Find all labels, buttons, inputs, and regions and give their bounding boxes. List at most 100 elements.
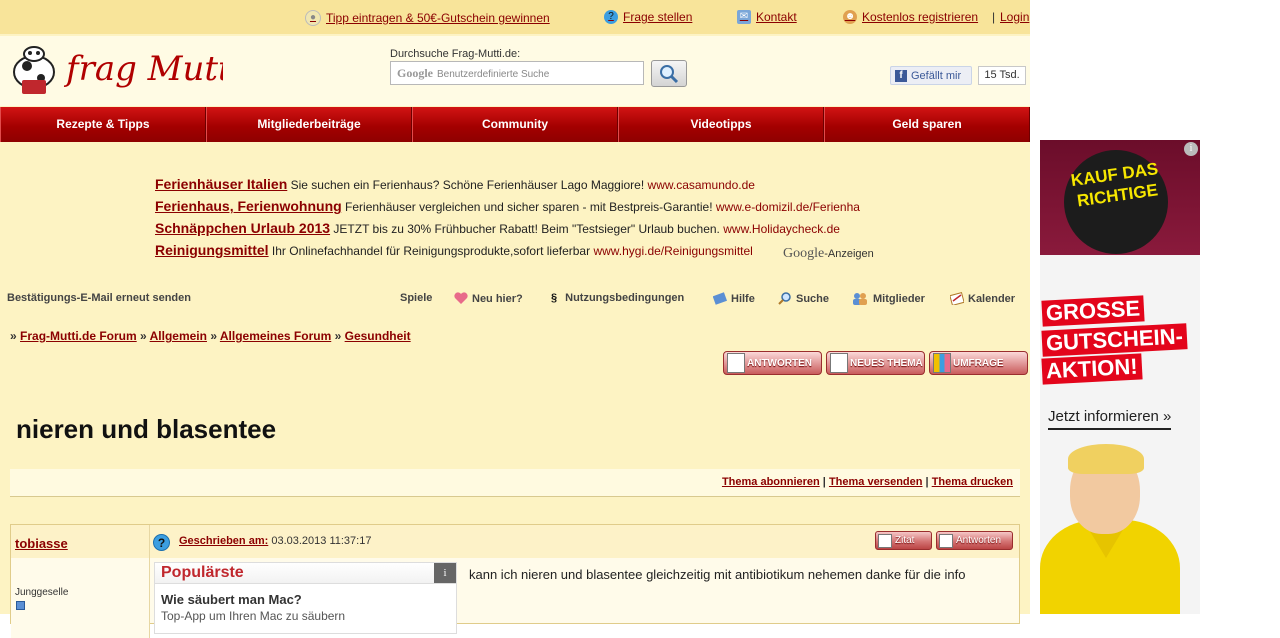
ad-title[interactable]: Schnäppchen Urlaub 2013 [155, 220, 330, 236]
google-ads-brand: Google [783, 246, 825, 261]
ad-url[interactable]: www.Holidaycheck.de [723, 222, 840, 236]
poll-button[interactable]: UMFRAGE [929, 351, 1028, 375]
svg-text:frag Mutti: frag Mutti [63, 49, 223, 89]
ad-title[interactable]: Ferienhaus, Ferienwohnung [155, 198, 342, 214]
search-input[interactable]: Google Benutzerdefinierte Suche [390, 61, 644, 85]
topbar-separator: | [992, 10, 996, 24]
ask-question-link[interactable]: ? Frage stellen [604, 10, 692, 24]
header: frag Mutti Durchsuche Frag-Mutti.de: Goo… [0, 36, 1030, 106]
magnifier-icon [660, 64, 679, 83]
new-topic-doc-icon [830, 353, 848, 373]
post-reply-label: Antworten [956, 535, 1002, 546]
terms-link[interactable]: § Nutzungsbedingungen [551, 292, 684, 304]
ad-info-icon[interactable]: i [1184, 142, 1198, 156]
register-link[interactable]: ☻ Kostenlos registrieren [843, 10, 978, 24]
facebook-like-button[interactable]: f Gefällt mir [890, 66, 972, 85]
thread-options-bar: Thema abonnieren | Thema versenden | The… [10, 469, 1020, 497]
ask-question-label: Frage stellen [623, 10, 693, 24]
terms-label: Nutzungsbedingungen [565, 292, 685, 304]
google-brand: Google [397, 66, 433, 80]
text-ads: Ferienhäuser Italien Sie suchen ein Feri… [155, 174, 880, 262]
sidead-line-1: GROSSE [1041, 295, 1145, 327]
contact-link[interactable]: ✉ Kontakt [737, 10, 797, 24]
login-link[interactable]: Login [1000, 10, 1029, 24]
search-label-link: Suche [796, 292, 830, 305]
facebook-like-count: 15 Tsd. [978, 66, 1026, 85]
new-here-link[interactable]: Neu hier? [454, 292, 523, 305]
ad-text: Ihr Onlinefachhandel für Reinigungsprodu… [271, 244, 591, 258]
forum-toolbar: Bestätigungs-E-Mail erneut senden Spiele… [0, 292, 1030, 308]
popular-snippet: Top-App um Ihren Mac zu säubern [161, 609, 346, 623]
rank-icon [16, 601, 25, 610]
quote-button[interactable]: Zitat [875, 531, 932, 550]
sidead-line-3: AKTION! [1041, 353, 1143, 385]
post-author[interactable]: tobiasse [15, 536, 68, 551]
forum-post: tobiasse ? Geschrieben am: 03.03.2013 11… [10, 524, 1020, 638]
popular-ad-box[interactable]: Populärste i Wie säubert man Mac? Top-Ap… [154, 562, 457, 634]
info-icon[interactable]: i [434, 563, 456, 583]
text-ad[interactable]: Reinigungsmittel Ihr Onlinefachhandel fü… [155, 240, 880, 262]
side-banner-ad[interactable]: KAUF DAS RICHTIGE i GROSSE GUTSCHEIN- AK… [1040, 140, 1200, 614]
nav-tab-member-posts[interactable]: Mitgliederbeiträge [206, 107, 412, 142]
breadcrumb-sep: » [334, 329, 342, 343]
question-post-icon: ? [153, 534, 170, 551]
post-reply-button[interactable]: Antworten [936, 531, 1013, 550]
tip-link[interactable]: ● Tipp eintragen & 50€-Gutschein gewinne… [305, 10, 550, 26]
google-ads-suffix: -Anzeigen [824, 248, 874, 260]
nav-tab-recipes[interactable]: Rezepte & Tipps [0, 107, 206, 142]
popular-question[interactable]: Wie säubert man Mac? [161, 592, 302, 607]
google-ads-label[interactable]: Google-Anzeigen [783, 246, 874, 262]
games-link[interactable]: Spiele [400, 292, 432, 304]
post-author-panel: Junggeselle [11, 558, 150, 638]
post-date-line: Geschrieben am: 03.03.2013 11:37:17 [179, 535, 371, 547]
thread-options: Thema abonnieren | Thema versenden | The… [722, 476, 1013, 488]
register-label: Kostenlos registrieren [862, 10, 979, 24]
post-date: 03.03.2013 11:37:17 [271, 535, 372, 547]
search-button[interactable] [651, 60, 687, 87]
reply-button[interactable]: ANTWORTEN [723, 351, 822, 375]
post-permalink[interactable]: Geschrieben am: [179, 535, 268, 547]
text-ad[interactable]: Ferienhäuser Italien Sie suchen ein Feri… [155, 174, 880, 196]
text-ad[interactable]: Ferienhaus, Ferienwohnung Ferienhäuser v… [155, 196, 880, 218]
send-thread-link[interactable]: Thema versenden [829, 476, 923, 488]
paragraph-icon: § [551, 292, 558, 304]
help-link[interactable]: Hilfe [713, 292, 755, 305]
nav-tab-save-money[interactable]: Geld sparen [824, 107, 1030, 142]
help-book-icon [713, 292, 727, 305]
breadcrumb-general-forum[interactable]: Allgemeines Forum [220, 329, 331, 343]
breadcrumb-health[interactable]: Gesundheit [345, 329, 411, 343]
search-link[interactable]: Suche [778, 292, 829, 305]
calendar-link[interactable]: Kalender [950, 292, 1015, 305]
ad-url[interactable]: www.hygi.de/Reinigungsmittel [593, 244, 752, 258]
ad-title[interactable]: Ferienhäuser Italien [155, 176, 287, 192]
help-label: Hilfe [731, 292, 755, 305]
new-topic-button-label: NEUES THEMA [850, 357, 923, 369]
breadcrumb-general[interactable]: Allgemein [150, 329, 207, 343]
text-ad[interactable]: Schnäppchen Urlaub 2013 JETZT bis zu 30%… [155, 218, 880, 240]
contact-label: Kontakt [756, 10, 797, 24]
sidead-cta-link[interactable]: Jetzt informieren » [1048, 408, 1172, 430]
lightbulb-icon: ● [305, 10, 321, 26]
calendar-icon [950, 292, 964, 305]
print-thread-link[interactable]: Thema drucken [932, 476, 1013, 488]
author-rank: Junggeselle [15, 587, 69, 598]
popular-ad-header: Populärste i [155, 563, 456, 584]
resend-confirmation-link[interactable]: Bestätigungs-E-Mail erneut senden [7, 292, 191, 304]
nav-tab-community[interactable]: Community [412, 107, 618, 142]
envelope-icon: ✉ [737, 10, 751, 24]
logo[interactable]: frag Mutti [8, 42, 243, 98]
ad-url[interactable]: www.e-domizil.de/Ferienha [716, 200, 860, 214]
ad-text: Ferienhäuser vergleichen und sicher spar… [345, 200, 713, 214]
ad-title[interactable]: Reinigungsmittel [155, 242, 269, 258]
nav-tab-videotips[interactable]: Videotipps [618, 107, 824, 142]
popular-heading: Populärste [161, 564, 244, 581]
ad-url[interactable]: www.casamundo.de [648, 178, 755, 192]
subscribe-thread-link[interactable]: Thema abonnieren [722, 476, 820, 488]
breadcrumb-sep: » [140, 329, 147, 343]
thread-title: nieren und blasentee [16, 414, 277, 444]
breadcrumb-sep: » [210, 329, 217, 343]
breadcrumb-forum[interactable]: Frag-Mutti.de Forum [20, 329, 137, 343]
breadcrumb: » Frag-Mutti.de Forum » Allgemein » Allg… [10, 329, 411, 343]
new-topic-button[interactable]: NEUES THEMA [826, 351, 925, 375]
members-link[interactable]: Mitglieder [851, 292, 925, 305]
